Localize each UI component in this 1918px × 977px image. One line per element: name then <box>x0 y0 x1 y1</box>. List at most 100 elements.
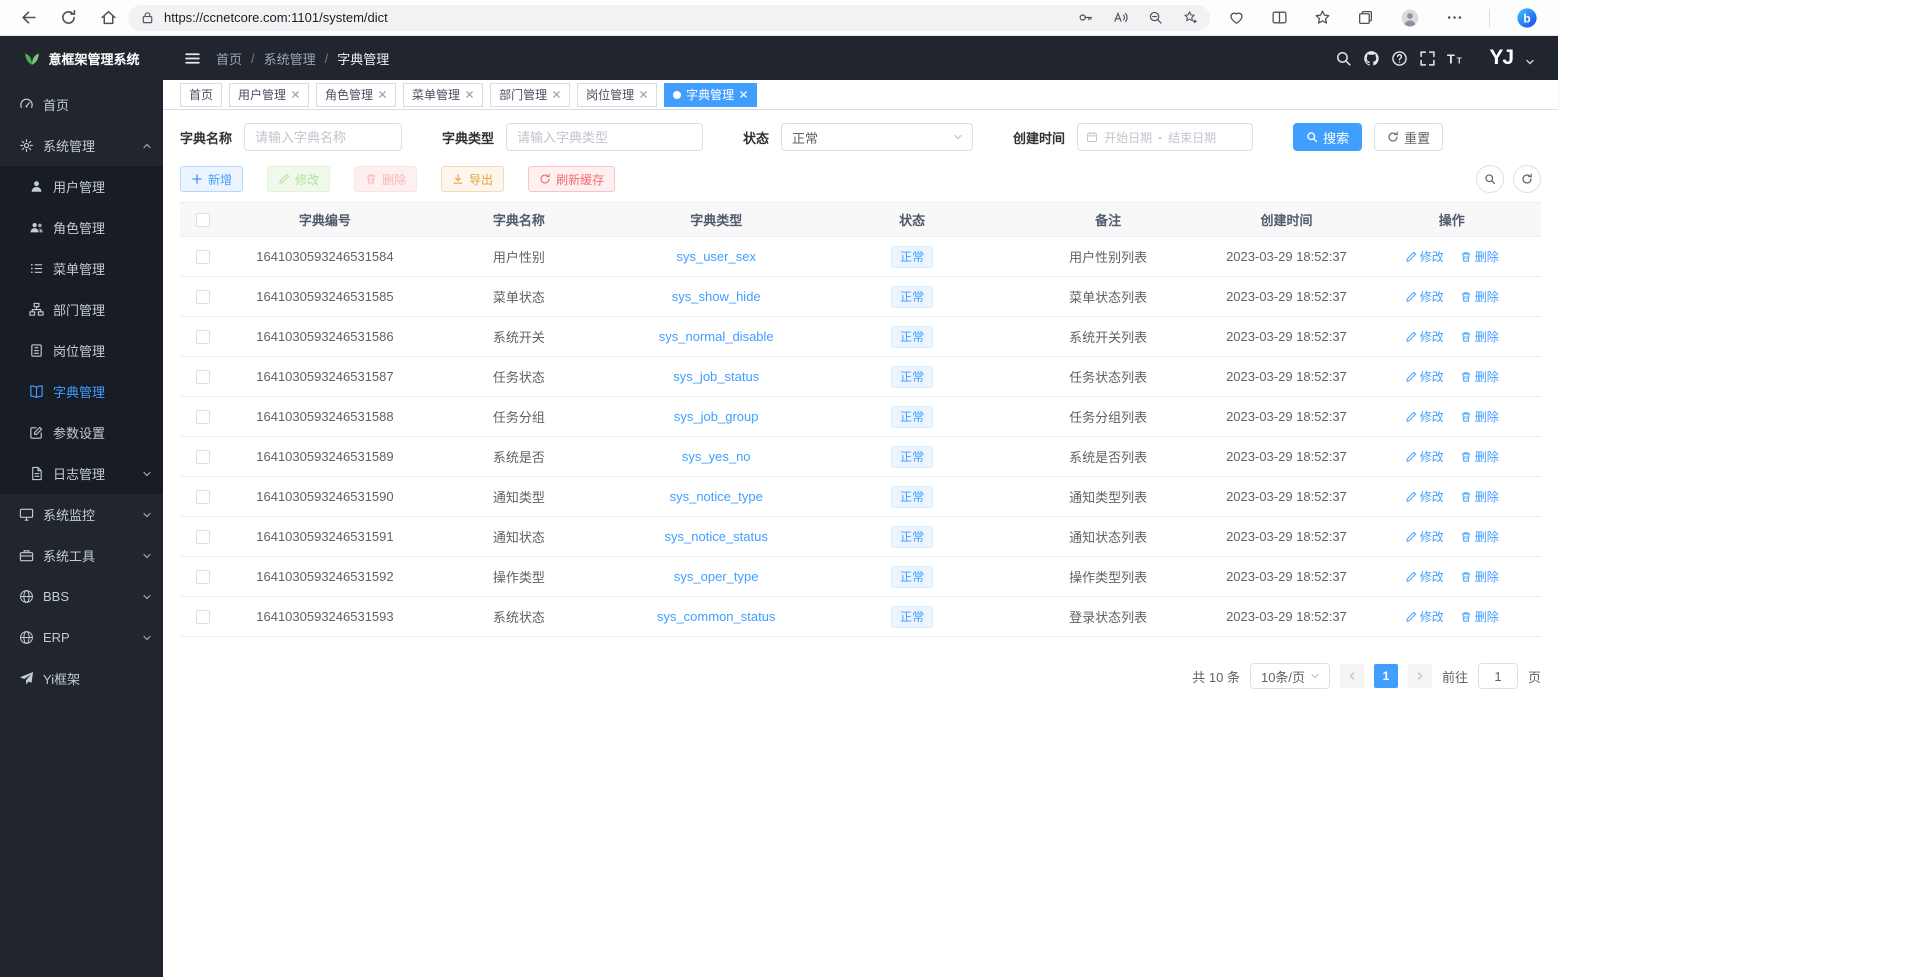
refresh-table-button[interactable] <box>1513 165 1541 193</box>
more-menu-icon[interactable] <box>1446 9 1463 26</box>
sidebar-item-departments[interactable]: 部门管理 <box>0 289 163 330</box>
row-delete-link[interactable]: 删除 <box>1460 608 1499 625</box>
row-edit-link[interactable]: 修改 <box>1405 248 1444 265</box>
tab-post-mgmt[interactable]: 岗位管理 <box>577 83 657 107</box>
refresh-cache-button[interactable]: 刷新缓存 <box>528 166 615 192</box>
tab-close-icon[interactable] <box>378 90 387 99</box>
prev-page-button[interactable] <box>1340 664 1364 688</box>
row-edit-link[interactable]: 修改 <box>1405 288 1444 305</box>
tab-user-mgmt[interactable]: 用户管理 <box>229 83 309 107</box>
tab-close-icon[interactable] <box>739 90 748 99</box>
row-checkbox[interactable] <box>196 290 210 304</box>
page-number-current[interactable]: 1 <box>1374 664 1398 688</box>
dict-type-link[interactable]: sys_job_status <box>673 369 759 384</box>
font-size-icon[interactable]: TT <box>1447 50 1464 67</box>
dict-type-link[interactable]: sys_notice_status <box>665 529 768 544</box>
sidebar-item-bbs[interactable]: BBS <box>0 576 163 617</box>
refresh-icon[interactable] <box>60 9 77 26</box>
sidebar-item-monitor[interactable]: 系统监控 <box>0 494 163 535</box>
hamburger-menu-icon[interactable] <box>163 50 216 67</box>
user-menu-chevron-icon[interactable] <box>1524 56 1536 68</box>
favorites-icon[interactable] <box>1314 9 1331 26</box>
header-search-icon[interactable] <box>1335 50 1352 67</box>
favorite-add-icon[interactable] <box>1183 10 1198 25</box>
row-edit-link[interactable]: 修改 <box>1405 328 1444 345</box>
dict-type-link[interactable]: sys_user_sex <box>676 249 755 264</box>
export-button[interactable]: 导出 <box>441 166 504 192</box>
sidebar-item-dict[interactable]: 字典管理 <box>0 371 163 412</box>
zoom-out-icon[interactable] <box>1148 10 1163 25</box>
row-checkbox[interactable] <box>196 330 210 344</box>
tab-close-icon[interactable] <box>291 90 300 99</box>
next-page-button[interactable] <box>1408 664 1432 688</box>
row-edit-link[interactable]: 修改 <box>1405 448 1444 465</box>
row-delete-link[interactable]: 删除 <box>1460 288 1499 305</box>
tab-role-mgmt[interactable]: 角色管理 <box>316 83 396 107</box>
password-key-icon[interactable] <box>1078 10 1093 25</box>
row-edit-link[interactable]: 修改 <box>1405 488 1444 505</box>
dict-type-link[interactable]: sys_job_group <box>674 409 759 424</box>
row-checkbox[interactable] <box>196 450 210 464</box>
sidebar-item-home[interactable]: 首页 <box>0 84 163 125</box>
date-range-picker[interactable]: 开始日期 - 结束日期 <box>1077 123 1253 151</box>
row-delete-link[interactable]: 删除 <box>1460 448 1499 465</box>
lock-icon[interactable] <box>140 10 155 25</box>
browser-essentials-icon[interactable] <box>1228 9 1245 26</box>
sidebar-item-yiframework[interactable]: Yi框架 <box>0 658 163 699</box>
row-delete-link[interactable]: 删除 <box>1460 248 1499 265</box>
sidebar-item-system[interactable]: 系统管理 <box>0 125 163 166</box>
bing-icon[interactable]: b <box>1516 7 1538 29</box>
row-checkbox[interactable] <box>196 370 210 384</box>
user-logo[interactable]: YJ <box>1489 46 1513 70</box>
help-icon[interactable] <box>1391 50 1408 67</box>
sidebar-item-menus[interactable]: 菜单管理 <box>0 248 163 289</box>
row-checkbox[interactable] <box>196 410 210 424</box>
row-checkbox[interactable] <box>196 610 210 624</box>
row-delete-link[interactable]: 删除 <box>1460 408 1499 425</box>
sidebar-item-users[interactable]: 用户管理 <box>0 166 163 207</box>
dict-type-link[interactable]: sys_common_status <box>657 609 776 624</box>
fullscreen-icon[interactable] <box>1419 50 1436 67</box>
select-all-checkbox[interactable] <box>196 213 210 227</box>
tab-menu-mgmt[interactable]: 菜单管理 <box>403 83 483 107</box>
sidebar-item-tools[interactable]: 系统工具 <box>0 535 163 576</box>
hide-search-button[interactable] <box>1476 165 1504 193</box>
tab-dept-mgmt[interactable]: 部门管理 <box>490 83 570 107</box>
profile-avatar[interactable] <box>1400 8 1420 28</box>
row-edit-link[interactable]: 修改 <box>1405 568 1444 585</box>
row-checkbox[interactable] <box>196 530 210 544</box>
read-aloud-icon[interactable] <box>1113 10 1128 25</box>
page-size-select[interactable]: 10条/页 <box>1250 663 1330 689</box>
add-button[interactable]: 新增 <box>180 166 243 192</box>
tab-close-icon[interactable] <box>639 90 648 99</box>
row-edit-link[interactable]: 修改 <box>1405 528 1444 545</box>
app-logo[interactable]: 意框架管理系统 <box>0 36 163 80</box>
dict-type-input[interactable] <box>506 123 703 151</box>
status-select[interactable]: 正常 <box>781 123 973 151</box>
split-screen-icon[interactable] <box>1271 9 1288 26</box>
tab-dict-mgmt[interactable]: 字典管理 <box>664 83 757 107</box>
search-button[interactable]: 搜索 <box>1293 123 1362 151</box>
address-bar[interactable]: https://ccnetcore.com:1101/system/dict <box>128 5 1210 31</box>
row-delete-link[interactable]: 删除 <box>1460 568 1499 585</box>
row-delete-link[interactable]: 删除 <box>1460 328 1499 345</box>
dict-type-link[interactable]: sys_normal_disable <box>659 329 774 344</box>
dict-type-link[interactable]: sys_notice_type <box>670 489 763 504</box>
row-checkbox[interactable] <box>196 250 210 264</box>
dict-type-link[interactable]: sys_yes_no <box>682 449 751 464</box>
sidebar-item-logs[interactable]: 日志管理 <box>0 453 163 494</box>
delete-button[interactable]: 删除 <box>354 166 417 192</box>
sidebar-item-erp[interactable]: ERP <box>0 617 163 658</box>
github-icon[interactable] <box>1363 50 1380 67</box>
breadcrumb-home[interactable]: 首页 <box>216 49 242 68</box>
sidebar-item-roles[interactable]: 角色管理 <box>0 207 163 248</box>
reset-button[interactable]: 重置 <box>1374 123 1443 151</box>
row-edit-link[interactable]: 修改 <box>1405 408 1444 425</box>
row-checkbox[interactable] <box>196 490 210 504</box>
row-checkbox[interactable] <box>196 570 210 584</box>
tab-close-icon[interactable] <box>465 90 474 99</box>
dict-type-link[interactable]: sys_show_hide <box>672 289 761 304</box>
collections-icon[interactable] <box>1357 9 1374 26</box>
back-icon[interactable] <box>20 9 37 26</box>
edit-button[interactable]: 修改 <box>267 166 330 192</box>
